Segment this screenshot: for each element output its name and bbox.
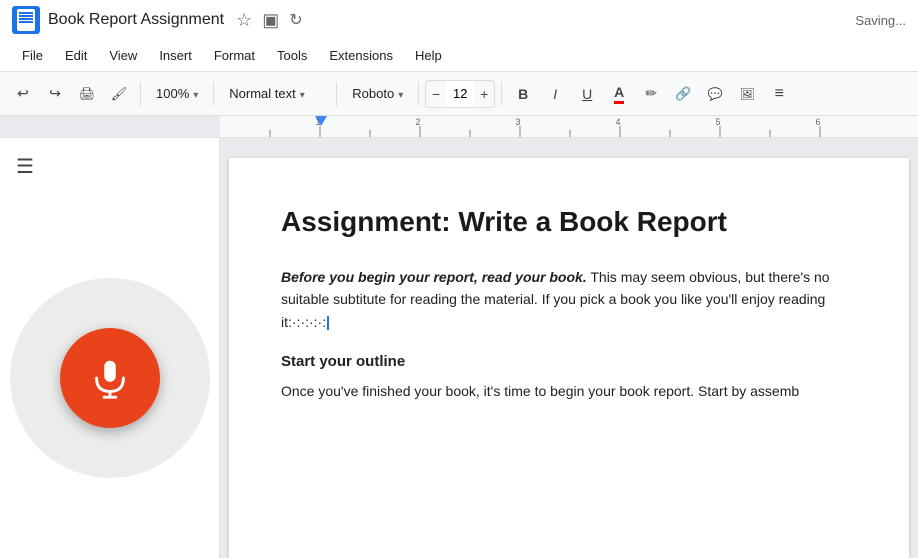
voice-overlay bbox=[10, 278, 210, 478]
zoom-dropdown[interactable]: 100% bbox=[147, 79, 207, 109]
bold-italic-text: Before you begin your report, read your … bbox=[281, 269, 587, 285]
svg-text:3: 3 bbox=[515, 117, 520, 127]
section-1-title: Start your outline bbox=[281, 353, 857, 370]
font-size-increase-button[interactable]: + bbox=[474, 81, 494, 107]
section-1-text: Once you've finished your book, it's tim… bbox=[281, 380, 857, 402]
text-color-button[interactable]: A bbox=[604, 79, 634, 109]
text-color-icon: A bbox=[614, 84, 624, 104]
link-button[interactable]: 🔗 bbox=[668, 79, 698, 109]
font-size-input[interactable] bbox=[446, 81, 474, 107]
divider-2 bbox=[213, 82, 214, 106]
menu-edit[interactable]: Edit bbox=[55, 44, 97, 67]
style-chevron-icon bbox=[300, 86, 305, 101]
menu-bar: File Edit View Insert Format Tools Exten… bbox=[0, 40, 918, 72]
style-value: Normal text bbox=[229, 86, 295, 101]
menu-insert[interactable]: Insert bbox=[149, 44, 202, 67]
font-chevron-icon bbox=[398, 86, 403, 101]
bold-button[interactable]: B bbox=[508, 79, 538, 109]
svg-text:1: 1 bbox=[315, 117, 320, 127]
saving-status: Saving... bbox=[855, 13, 906, 28]
zoom-value: 100% bbox=[156, 86, 189, 101]
underline-button[interactable]: U bbox=[572, 79, 602, 109]
zoom-chevron-icon bbox=[193, 86, 198, 101]
insert-comment-button[interactable]: 💬 bbox=[700, 79, 730, 109]
menu-tools[interactable]: Tools bbox=[267, 44, 317, 67]
font-dropdown[interactable]: Roboto bbox=[343, 79, 412, 109]
redo-button[interactable]: ↪ bbox=[40, 79, 70, 109]
menu-view[interactable]: View bbox=[99, 44, 147, 67]
ruler-left-margin bbox=[0, 116, 220, 137]
saving-label: Saving... bbox=[855, 13, 906, 28]
paragraph-1: Before you begin your report, read your … bbox=[281, 266, 857, 333]
menu-help[interactable]: Help bbox=[405, 44, 452, 67]
text-cursor bbox=[327, 316, 329, 330]
insert-image-button[interactable]: 🖼 bbox=[732, 79, 762, 109]
italic-button[interactable]: I bbox=[540, 79, 570, 109]
ruler-ticks: 1 2 3 4 5 6 bbox=[220, 116, 918, 138]
ruler-content: 1 2 3 4 5 6 bbox=[220, 116, 918, 137]
svg-text:2: 2 bbox=[415, 117, 420, 127]
document-title: Book Report Assignment bbox=[48, 11, 224, 29]
highlight-button[interactable]: ✏ bbox=[636, 79, 666, 109]
folder-icon[interactable]: ▣ bbox=[262, 10, 279, 31]
doc-icon bbox=[12, 6, 40, 34]
svg-text:5: 5 bbox=[715, 117, 720, 127]
svg-text:4: 4 bbox=[615, 117, 620, 127]
divider-3 bbox=[336, 82, 337, 106]
main-area: ☰ Assignment: Write a Book Report bbox=[0, 138, 918, 558]
undo-button[interactable]: ↩ bbox=[8, 79, 38, 109]
document-heading: Assignment: Write a Book Report bbox=[281, 206, 857, 238]
style-dropdown[interactable]: Normal text bbox=[220, 79, 330, 109]
outline-icon[interactable]: ☰ bbox=[16, 154, 34, 179]
print-button[interactable]: 🖨 bbox=[72, 79, 102, 109]
microphone-icon bbox=[87, 355, 133, 401]
doc-icon-inner bbox=[17, 9, 35, 31]
divider-1 bbox=[140, 82, 141, 106]
left-panel: ☰ bbox=[0, 138, 220, 558]
star-icon[interactable]: ☆ bbox=[236, 10, 252, 31]
more-button[interactable]: ≡ bbox=[764, 79, 794, 109]
divider-5 bbox=[501, 82, 502, 106]
font-value: Roboto bbox=[352, 86, 394, 101]
font-size-decrease-button[interactable]: − bbox=[426, 81, 446, 107]
svg-text:6: 6 bbox=[815, 117, 820, 127]
menu-extensions[interactable]: Extensions bbox=[319, 44, 403, 67]
title-bar: Book Report Assignment ☆ ▣ ↻ Saving... bbox=[0, 0, 918, 40]
paint-format-button[interactable]: 🖌 bbox=[104, 79, 134, 109]
divider-4 bbox=[418, 82, 419, 106]
voice-typing-button[interactable] bbox=[60, 328, 160, 428]
title-icons: ☆ ▣ ↻ bbox=[236, 10, 303, 31]
menu-format[interactable]: Format bbox=[204, 44, 265, 67]
menu-file[interactable]: File bbox=[12, 44, 53, 67]
sync-icon[interactable]: ↻ bbox=[289, 10, 302, 30]
ruler: 1 2 3 4 5 6 bbox=[0, 116, 918, 138]
document-area[interactable]: Assignment: Write a Book Report Before y… bbox=[220, 138, 918, 558]
font-size-container: − + bbox=[425, 80, 495, 108]
toolbar: ↩ ↪ 🖨 🖌 100% Normal text Roboto − + B I … bbox=[0, 72, 918, 116]
document-page: Assignment: Write a Book Report Before y… bbox=[229, 158, 909, 558]
